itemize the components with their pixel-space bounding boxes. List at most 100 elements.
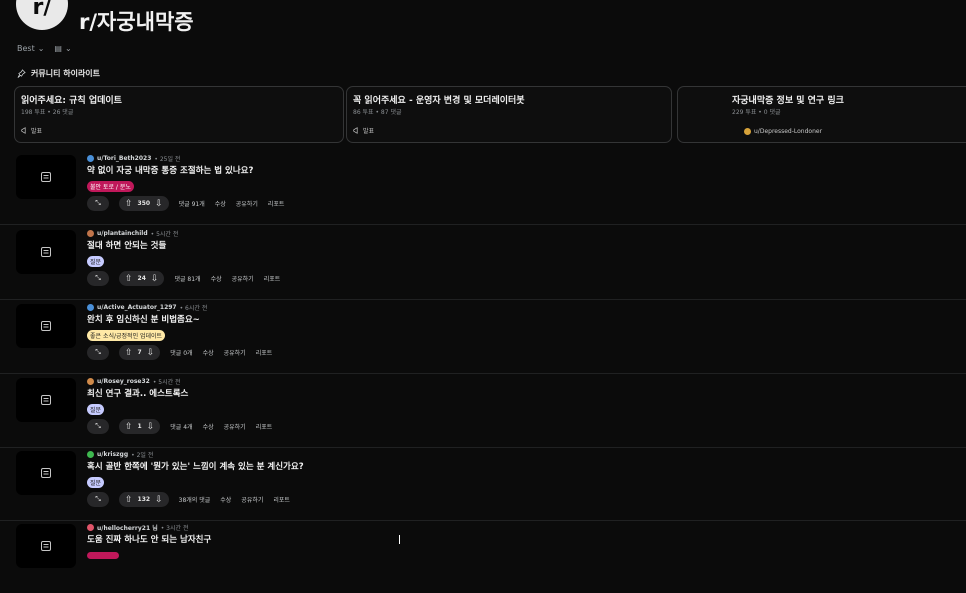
comments-button[interactable]: 댓글 91개 bbox=[179, 199, 205, 208]
post-card[interactable]: u/Rosey_rose32 • 5시간 전 최신 연구 결과.. 에스트록스 … bbox=[0, 373, 966, 448]
post-title[interactable]: 절대 하면 안되는 것들 bbox=[87, 239, 166, 251]
comments-button[interactable]: 댓글 4개 bbox=[170, 422, 192, 431]
post-flair[interactable]: 좋은 소식/긍정적인 업데이트 bbox=[87, 330, 166, 341]
highlight-cards: 읽어주세요: 규칙 업데이트 198 투표 • 26 댓글 발표 꼭 읽어주세요… bbox=[14, 86, 966, 144]
post-actions: ⤡ ⇧ 132 ⇩ 38개의 댓글 수상 공유하기 리포트 bbox=[87, 492, 290, 507]
text-cursor bbox=[399, 535, 400, 544]
post-actions: ⤡ ⇧ 1 ⇩ 댓글 4개 수상 공유하기 리포트 bbox=[87, 419, 272, 434]
expand-icon: ⤡ bbox=[95, 348, 101, 356]
post-card[interactable]: u/Tori_Beth2023 • 25일 전 약 없이 자궁 내막증 통증 조… bbox=[0, 150, 966, 225]
upvote-icon[interactable]: ⇧ bbox=[125, 199, 133, 209]
post-thumbnail[interactable] bbox=[16, 155, 76, 199]
text-post-icon bbox=[41, 247, 51, 257]
post-flair[interactable]: 불안 토로 / 분노 bbox=[87, 181, 134, 192]
avatar bbox=[87, 524, 94, 531]
post-author[interactable]: u/Rosey_rose32 bbox=[97, 378, 150, 385]
post-thumbnail[interactable] bbox=[16, 378, 76, 422]
share-button[interactable]: 공유하기 bbox=[232, 274, 254, 283]
card-footer: u/Depressed-Londoner bbox=[744, 128, 822, 135]
view-dropdown[interactable]: ▤ ⌄ bbox=[54, 44, 71, 53]
downvote-icon[interactable]: ⇩ bbox=[155, 199, 163, 209]
post-meta: u/Tori_Beth2023 • 25일 전 bbox=[87, 154, 180, 163]
post-title[interactable]: 완치 후 임신하신 분 비법좀요~ bbox=[87, 313, 200, 325]
avatar bbox=[87, 230, 94, 237]
share-button[interactable]: 공유하기 bbox=[241, 495, 263, 504]
post-flair[interactable] bbox=[87, 552, 119, 559]
post-author[interactable]: u/kriszgg bbox=[97, 451, 128, 458]
text-post-icon bbox=[41, 468, 51, 478]
expand-icon: ⤡ bbox=[95, 495, 101, 503]
expand-button[interactable]: ⤡ bbox=[87, 419, 109, 434]
post-author[interactable]: u/Tori_Beth2023 bbox=[97, 155, 151, 162]
award-button[interactable]: 수상 bbox=[203, 422, 214, 431]
report-button[interactable]: 리포트 bbox=[256, 422, 273, 431]
post-title[interactable]: 약 없이 자궁 내막증 통증 조절하는 법 있나요? bbox=[87, 164, 253, 176]
subreddit-avatar[interactable]: r/ bbox=[16, 0, 68, 30]
chevron-down-icon: ⌄ bbox=[64, 44, 72, 53]
upvote-icon[interactable]: ⇧ bbox=[125, 348, 133, 358]
expand-button[interactable]: ⤡ bbox=[87, 492, 109, 507]
award-button[interactable]: 수상 bbox=[203, 348, 214, 357]
highlight-card[interactable]: 꼭 읽어주세요 - 운영자 변경 및 모더레이터봇 86 투표 • 87 댓글 … bbox=[346, 86, 672, 143]
downvote-icon[interactable]: ⇩ bbox=[147, 422, 155, 432]
post-flair[interactable]: 질문 bbox=[87, 404, 105, 415]
post-card[interactable]: u/plantainchild • 5시간 전 절대 하면 안되는 것들 질문 … bbox=[0, 225, 966, 300]
award-button[interactable]: 수상 bbox=[211, 274, 222, 283]
highlight-card[interactable]: 읽어주세요: 규칙 업데이트 198 투표 • 26 댓글 발표 bbox=[14, 86, 344, 143]
post-time: • 5시간 전 bbox=[150, 231, 179, 238]
vote-control: ⇧ 1 ⇩ bbox=[119, 419, 161, 434]
share-button[interactable]: 공유하기 bbox=[236, 199, 258, 208]
expand-icon: ⤡ bbox=[95, 274, 101, 282]
report-button[interactable]: 리포트 bbox=[268, 199, 285, 208]
post-time: • 25일 전 bbox=[154, 156, 181, 163]
comments-button[interactable]: 38개의 댓글 bbox=[179, 495, 211, 504]
downvote-icon[interactable]: ⇩ bbox=[147, 348, 155, 358]
card-meta: 198 투표 • 26 댓글 bbox=[21, 109, 74, 116]
post-card[interactable]: u/kriszgg • 2일 전 혹시 골반 한쪽에 '뭔가 있는' 느낌이 계… bbox=[0, 446, 966, 521]
post-title[interactable]: 도움 진짜 하나도 안 되는 남자친구 bbox=[87, 533, 211, 545]
post-thumbnail[interactable] bbox=[16, 304, 76, 348]
card-footer: 발표 bbox=[353, 126, 374, 135]
post-card[interactable]: u/hellocherry21 님 • 3시간 전 도움 진짜 하나도 안 되는… bbox=[0, 519, 966, 593]
comments-button[interactable]: 댓글 0개 bbox=[170, 348, 192, 357]
downvote-icon[interactable]: ⇩ bbox=[155, 495, 163, 505]
share-button[interactable]: 공유하기 bbox=[224, 348, 246, 357]
report-button[interactable]: 리포트 bbox=[256, 348, 273, 357]
post-title[interactable]: 혹시 골반 한쪽에 '뭔가 있는' 느낌이 계속 있는 분 계신가요? bbox=[87, 460, 304, 472]
post-author[interactable]: u/Active_Actuator_1297 bbox=[97, 304, 177, 311]
expand-icon: ⤡ bbox=[95, 199, 101, 207]
upvote-icon[interactable]: ⇧ bbox=[125, 274, 133, 284]
expand-button[interactable]: ⤡ bbox=[87, 345, 109, 360]
vote-control: ⇧ 24 ⇩ bbox=[119, 271, 165, 286]
post-card[interactable]: u/Active_Actuator_1297 • 6시간 전 완치 후 임신하신… bbox=[0, 299, 966, 374]
card-title: 꼭 읽어주세요 - 운영자 변경 및 모더레이터봇 bbox=[353, 96, 525, 106]
post-thumbnail[interactable] bbox=[16, 524, 76, 568]
sort-bar: Best ⌄ ▤ ⌄ bbox=[17, 44, 72, 53]
post-flair[interactable]: 질문 bbox=[87, 477, 105, 488]
card-title: 읽어주세요: 규칙 업데이트 bbox=[21, 96, 122, 106]
post-time: • 5시간 전 bbox=[152, 379, 181, 386]
expand-button[interactable]: ⤡ bbox=[87, 196, 109, 211]
post-thumbnail[interactable] bbox=[16, 230, 76, 274]
downvote-icon[interactable]: ⇩ bbox=[151, 274, 159, 284]
megaphone-icon bbox=[21, 127, 26, 134]
highlight-card[interactable]: 자궁내막증 정보 및 연구 링크 229 투표 • 0 댓글 u/Depress… bbox=[677, 86, 966, 143]
post-time: • 3시간 전 bbox=[160, 525, 189, 532]
share-button[interactable]: 공유하기 bbox=[224, 422, 246, 431]
avatar bbox=[87, 155, 94, 162]
report-button[interactable]: 리포트 bbox=[273, 495, 290, 504]
post-title[interactable]: 최신 연구 결과.. 에스트록스 bbox=[87, 387, 188, 399]
upvote-icon[interactable]: ⇧ bbox=[125, 495, 133, 505]
upvote-icon[interactable]: ⇧ bbox=[125, 422, 133, 432]
comments-button[interactable]: 댓글 81개 bbox=[174, 274, 200, 283]
chevron-down-icon: ⌄ bbox=[37, 44, 45, 53]
post-thumbnail[interactable] bbox=[16, 451, 76, 495]
post-author[interactable]: u/plantainchild bbox=[97, 230, 148, 237]
expand-button[interactable]: ⤡ bbox=[87, 271, 109, 286]
post-flair[interactable]: 질문 bbox=[87, 256, 105, 267]
post-author[interactable]: u/hellocherry21 님 bbox=[97, 523, 158, 532]
award-button[interactable]: 수상 bbox=[220, 495, 231, 504]
award-button[interactable]: 수상 bbox=[215, 199, 226, 208]
sort-dropdown[interactable]: Best ⌄ bbox=[17, 44, 44, 53]
report-button[interactable]: 리포트 bbox=[264, 274, 281, 283]
